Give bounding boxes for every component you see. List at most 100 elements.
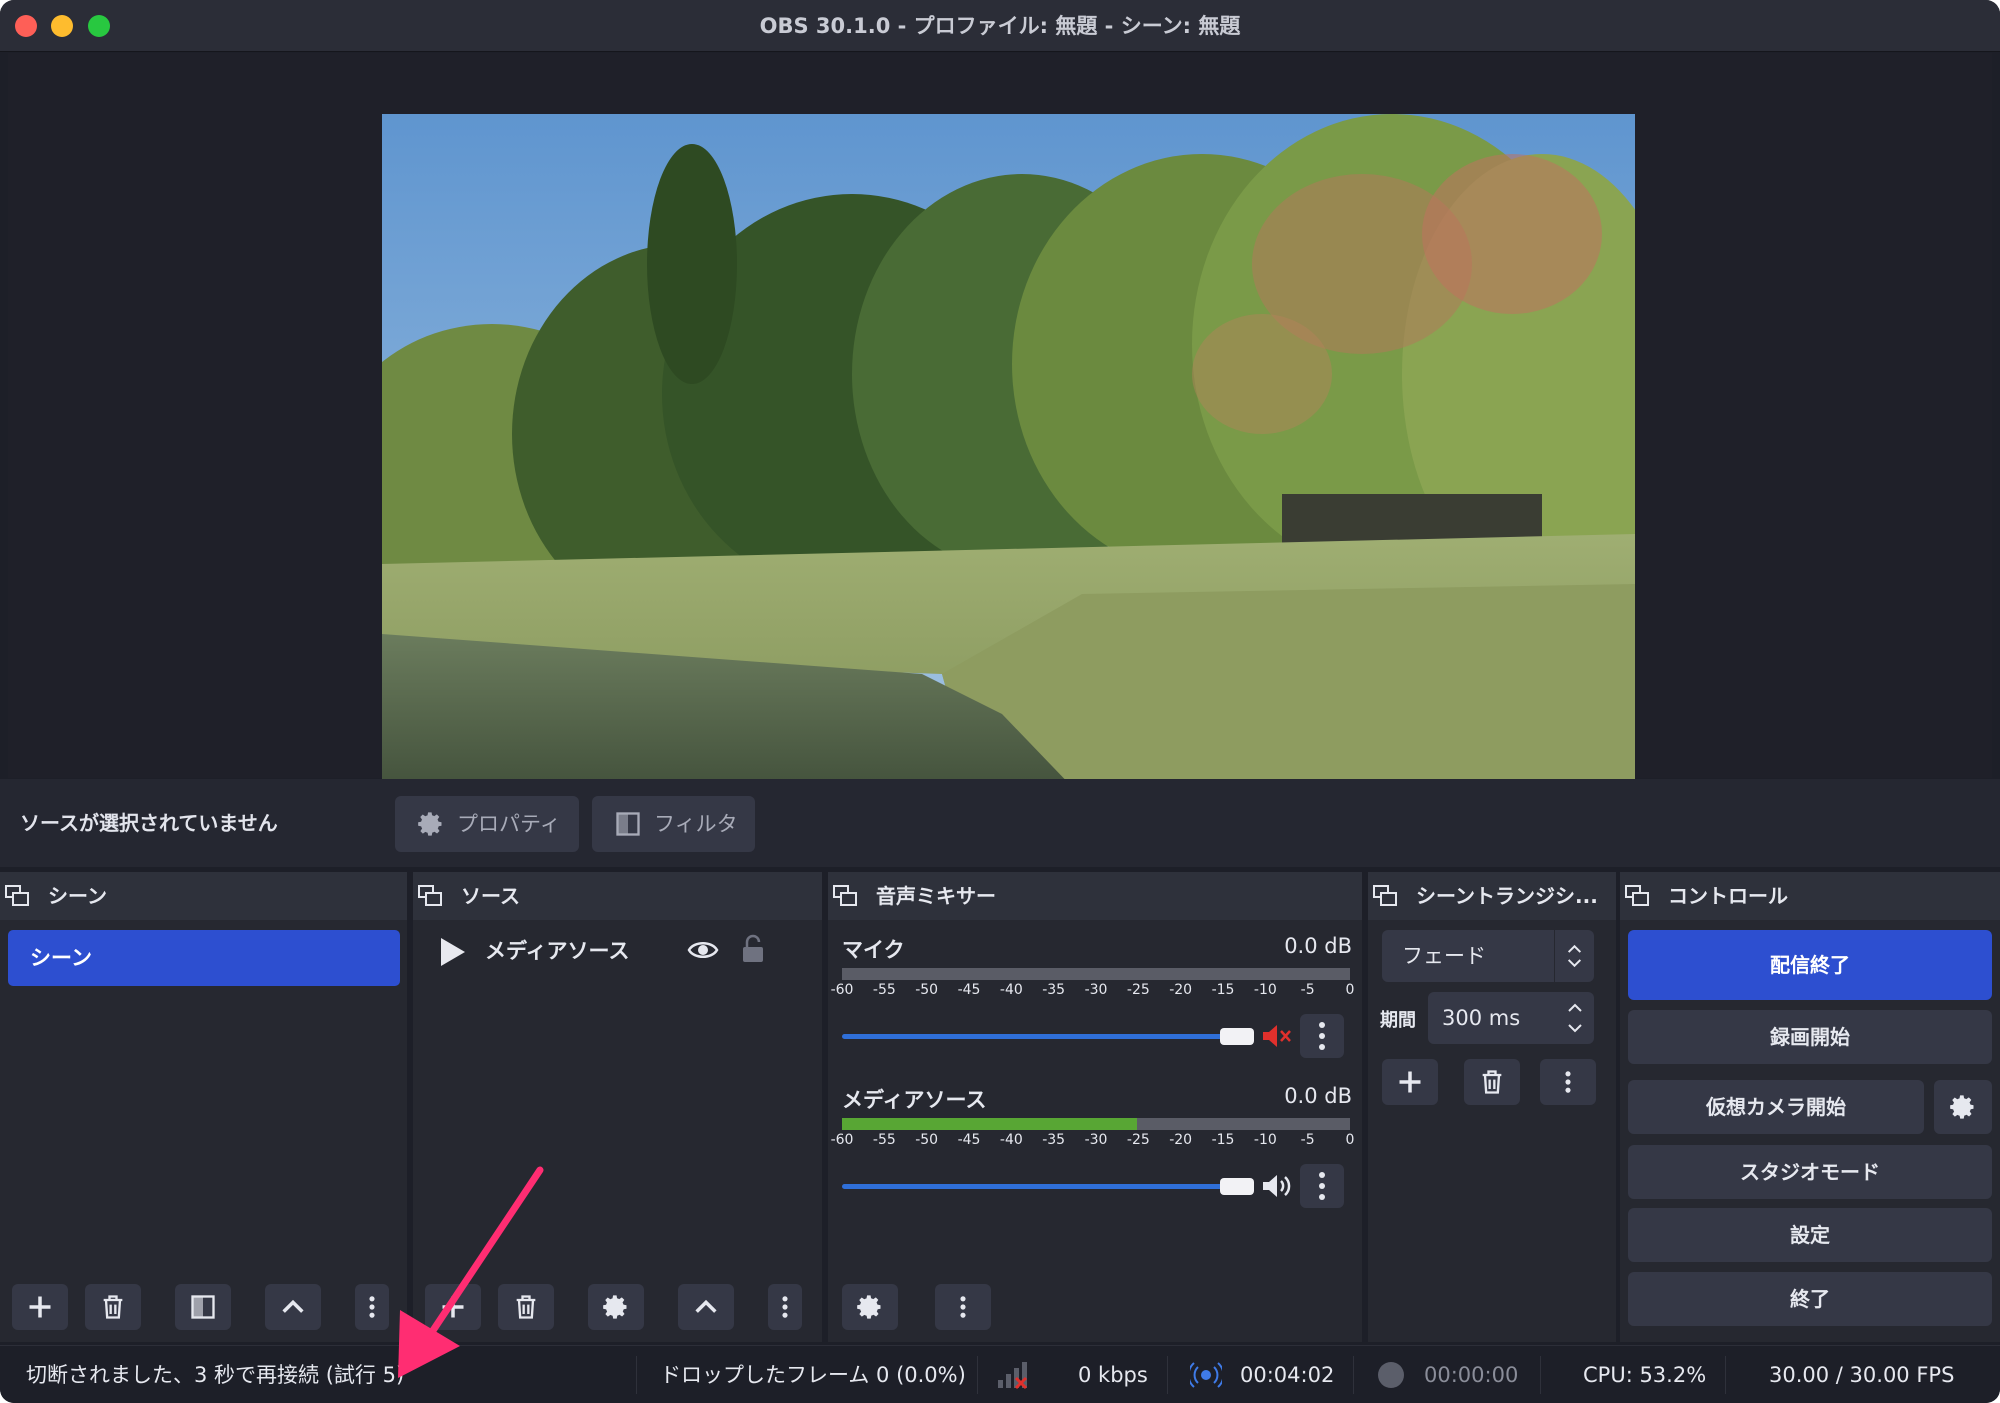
divider <box>1353 1356 1354 1394</box>
preview-area <box>8 53 1992 818</box>
speaker-icon[interactable] <box>1260 1170 1292 1202</box>
meter-tick-label: -45 <box>957 1132 981 1148</box>
meter-tick-label: -5 <box>1300 1132 1315 1148</box>
move-scene-up-button[interactable] <box>265 1284 321 1330</box>
cpu-usage: CPU: 53.2% <box>1583 1363 1707 1387</box>
audio-mixer-dock-header: 音声ミキサー <box>828 872 1362 920</box>
scene-transitions-dock-header: シーントランジシ... <box>1368 872 1616 920</box>
chevron-up-icon <box>695 1299 717 1313</box>
meter-tick-label: -35 <box>1042 982 1066 998</box>
dock-icon[interactable] <box>417 884 443 908</box>
settings-button[interactable]: 設定 <box>1628 1208 1992 1262</box>
transition-more-button[interactable] <box>1540 1059 1596 1105</box>
meter-tick-label: -60 <box>830 982 854 998</box>
meter-tick-label: -20 <box>1169 982 1193 998</box>
meter-tick-label: -25 <box>1126 982 1150 998</box>
meter-tick-label: -15 <box>1211 1132 1235 1148</box>
duration-value: 300 ms <box>1442 1006 1521 1030</box>
audio-channel-mic: マイク 0.0 dB -60 -55 -50 -45 -40 -35 -30 -25 -20 -1… <box>828 934 1362 1058</box>
virtual-camera-settings-button[interactable] <box>1934 1080 1992 1134</box>
meter-tick-label: -30 <box>1084 982 1108 998</box>
meter-tick-label: -40 <box>999 1132 1023 1148</box>
add-scene-button[interactable] <box>12 1284 68 1330</box>
volume-meter <box>842 1118 1350 1130</box>
duration-spinbox[interactable]: 300 ms <box>1428 992 1594 1044</box>
filters-button[interactable]: フィルタ <box>592 796 755 852</box>
meter-tick-label: -20 <box>1169 1132 1193 1148</box>
source-more-button[interactable] <box>768 1284 802 1330</box>
scene-filters-button[interactable] <box>175 1284 231 1330</box>
preview-canvas[interactable] <box>382 114 1635 818</box>
filter-icon <box>191 1295 215 1319</box>
start-recording-button[interactable]: 録画開始 <box>1628 1010 1992 1064</box>
eye-icon[interactable] <box>687 936 719 964</box>
scene-list-item[interactable]: シーン <box>8 930 400 986</box>
audio-channel-media: メディアソース 0.0 dB -60 -55 -50 -45 -40 -35 -30 -25-… <box>828 1084 1362 1208</box>
add-transition-button[interactable] <box>1382 1059 1438 1105</box>
meter-tick-label: 0 <box>1345 1132 1355 1148</box>
meter-tick-label: -15 <box>1211 982 1235 998</box>
lock-icon[interactable] <box>741 934 765 964</box>
controls-dock: コントロール 配信終了 録画開始 仮想カメラ開始 スタジオモード 設定 終了 <box>1620 872 2000 1342</box>
meter-level-bar <box>842 1124 1137 1130</box>
meter-tick-label: -60 <box>830 1132 854 1148</box>
meter-tick-label: -55 <box>872 982 896 998</box>
move-source-up-button[interactable] <box>678 1284 734 1330</box>
plus-icon <box>1399 1071 1421 1093</box>
chevron-up-down-icon[interactable] <box>1560 992 1590 1044</box>
more-icon <box>782 1296 788 1318</box>
remove-scene-button[interactable] <box>85 1284 141 1330</box>
divider <box>977 1356 978 1394</box>
source-list-item[interactable]: メディアソース <box>413 926 822 976</box>
gear-icon <box>1950 1095 1974 1119</box>
stop-streaming-button[interactable]: 配信終了 <box>1628 930 1992 1000</box>
trash-icon <box>103 1295 123 1319</box>
trash-icon <box>1482 1070 1502 1094</box>
more-icon <box>1319 1022 1325 1050</box>
scene-transitions-dock: シーントランジシ... フェード 期間 300 ms <box>1368 872 1616 1342</box>
dock-icon[interactable] <box>1624 884 1650 908</box>
audio-more-button[interactable] <box>935 1284 991 1330</box>
start-virtual-camera-button[interactable]: 仮想カメラ開始 <box>1628 1080 1924 1134</box>
dropped-frames: ドロップしたフレーム 0 (0.0%) <box>660 1363 966 1387</box>
divider <box>636 1356 637 1394</box>
divider <box>1540 1356 1541 1394</box>
meter-tick-label: -10 <box>1253 1132 1277 1148</box>
volume-slider-handle[interactable] <box>1220 1178 1254 1195</box>
channel-menu-button[interactable] <box>1300 1164 1344 1208</box>
duration-label: 期間 <box>1380 1010 1416 1031</box>
volume-slider-handle[interactable] <box>1220 1028 1254 1045</box>
more-icon <box>960 1296 966 1318</box>
meter-tick-label: -35 <box>1042 1132 1066 1148</box>
channel-name: メディアソース <box>842 1088 987 1112</box>
transition-select[interactable]: フェード <box>1382 930 1594 982</box>
source-properties-button[interactable] <box>588 1284 644 1330</box>
scenes-dock-header: シーン <box>0 872 407 920</box>
network-icon <box>998 1362 1028 1390</box>
channel-level: 0.0 dB <box>1284 1084 1352 1108</box>
volume-meter <box>842 968 1350 980</box>
exit-button[interactable]: 終了 <box>1628 1272 1992 1326</box>
stream-time: 00:04:02 <box>1240 1363 1335 1387</box>
properties-button[interactable]: プロパティ <box>395 796 579 852</box>
speaker-muted-icon[interactable] <box>1260 1020 1292 1052</box>
no-source-selected-label: ソースが選択されていません <box>20 811 278 835</box>
volume-slider[interactable] <box>842 1034 1242 1039</box>
studio-mode-button[interactable]: スタジオモード <box>1628 1145 1992 1199</box>
volume-slider[interactable] <box>842 1184 1242 1189</box>
status-bar: 切断されました、3 秒で再接続 (試行 5) ドロップしたフレーム 0 (0.0… <box>0 1345 2000 1403</box>
remove-transition-button[interactable] <box>1464 1059 1520 1105</box>
audio-toolbar <box>828 1272 1362 1342</box>
more-icon <box>1565 1071 1571 1093</box>
connection-status: 切断されました、3 秒で再接続 (試行 5) <box>26 1363 405 1387</box>
dock-icon[interactable] <box>4 884 30 908</box>
gear-icon <box>857 1295 881 1319</box>
audio-settings-button[interactable] <box>842 1284 898 1330</box>
properties-label: プロパティ <box>457 812 561 836</box>
dock-icon[interactable] <box>832 884 858 908</box>
channel-menu-button[interactable] <box>1300 1014 1344 1058</box>
filter-icon <box>616 812 640 836</box>
audio-mixer-dock: 音声ミキサー マイク 0.0 dB -60 -55 -50 -45 -40 -35 -30-… <box>828 872 1362 1342</box>
controls-dock-header: コントロール <box>1620 872 2000 920</box>
dock-icon[interactable] <box>1372 884 1398 908</box>
